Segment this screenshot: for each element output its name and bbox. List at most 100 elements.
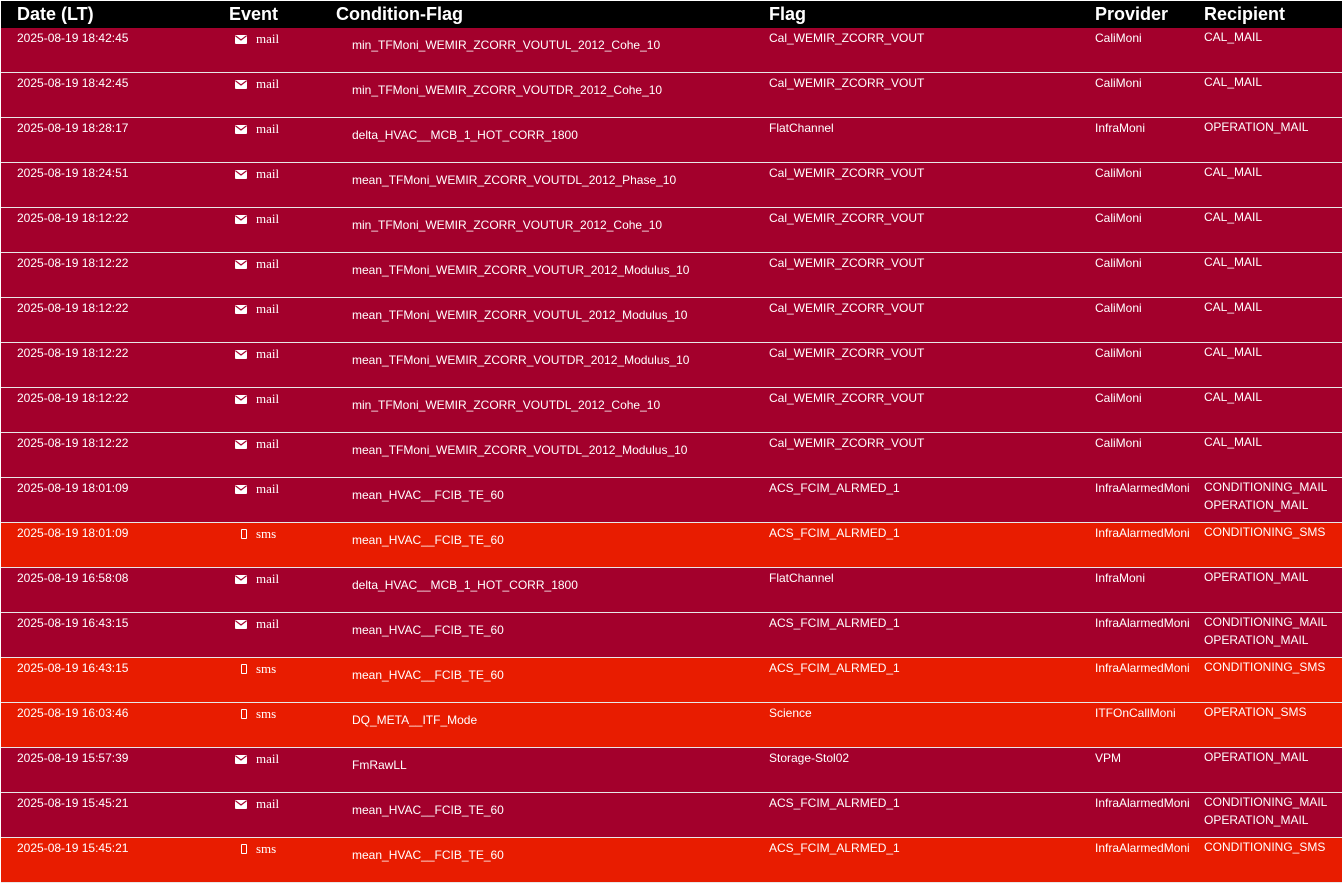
date-cell: 2025-08-19 18:12:22: [17, 256, 129, 270]
table-row[interactable]: 2025-08-19 18:28:17 mail delta_HVAC__MCB_1…: [1, 117, 1342, 163]
recipient-cell: CAL_MAIL: [1201, 298, 1342, 343]
event-cell: sms: [220, 703, 329, 748]
envelope-icon: [235, 34, 247, 44]
recipient-name: OPERATION_MAIL: [1204, 120, 1309, 134]
flag-cell: Cal_WEMIR_ZCORR_VOUT: [769, 256, 925, 270]
event-cell: mail: [220, 298, 329, 343]
condition-flag-cell: min_TFMoni_WEMIR_ZCORR_VOUTUR_2012_Cohe_…: [352, 218, 663, 232]
table-row[interactable]: 2025-08-19 15:45:21 mail mean_HVAC__FCIB_T…: [1, 792, 1342, 838]
condition-flag-cell: delta_HVAC__MCB_1_HOT_CORR_1800: [352, 578, 578, 592]
column-header-provider[interactable]: Provider: [1092, 1, 1201, 28]
table-row[interactable]: 2025-08-19 16:03:46 sms DQ_META__ITF_Mode S…: [1, 702, 1342, 748]
condition-flag-cell: mean_TFMoni_WEMIR_ZCORR_VOUTUL_2012_Modu…: [352, 308, 688, 322]
recipient-cell: CONDITIONING_MAIL OPERATION_MAIL: [1201, 793, 1342, 838]
flag-cell: ACS_FCIM_ALRMED_1: [769, 616, 900, 630]
provider-cell: CaliMoni: [1095, 211, 1142, 225]
flag-cell: Cal_WEMIR_ZCORR_VOUT: [769, 76, 925, 90]
recipient-name: OPERATION_MAIL: [1204, 750, 1309, 764]
provider-cell: InfraAlarmedMoni: [1095, 661, 1190, 675]
envelope-icon: [235, 124, 247, 134]
column-header-condition-flag[interactable]: Condition-Flag: [329, 1, 765, 28]
recipient-name: CAL_MAIL: [1204, 210, 1263, 224]
date-cell: 2025-08-19 16:03:46: [17, 706, 129, 720]
table-row[interactable]: 2025-08-19 16:58:08 mail delta_HVAC__MCB_1…: [1, 567, 1342, 613]
table-row[interactable]: 2025-08-19 18:01:09 mail mean_HVAC__FCIB_T…: [1, 477, 1342, 523]
provider-cell: InfraAlarmedMoni: [1095, 616, 1190, 630]
flag-cell: FlatChannel: [769, 571, 834, 585]
recipient-name: OPERATION_MAIL: [1204, 813, 1309, 827]
provider-cell: InfraMoni: [1095, 571, 1146, 585]
event-indicator: mail: [235, 481, 279, 497]
event-label: sms: [256, 526, 277, 541]
envelope-icon: [235, 259, 247, 269]
condition-flag-cell: min_TFMoni_WEMIR_ZCORR_VOUTDR_2012_Cohe_…: [352, 83, 663, 97]
table-row[interactable]: 2025-08-19 18:12:22 mail mean_TFMoni_WEMIR…: [1, 252, 1342, 298]
recipient-name: CONDITIONING_MAIL: [1204, 615, 1328, 629]
event-indicator: mail: [235, 616, 279, 632]
table-row[interactable]: 2025-08-19 18:01:09 sms mean_HVAC__FCIB_TE…: [1, 522, 1342, 568]
recipient-cell: CAL_MAIL: [1201, 163, 1342, 208]
event-indicator: sms: [235, 706, 276, 722]
recipient-cell: CAL_MAIL: [1201, 253, 1342, 298]
table-body: 2025-08-19 18:42:45 mail min_TFMoni_WEMIR_…: [1, 28, 1342, 883]
condition-flag-cell: min_TFMoni_WEMIR_ZCORR_VOUTUL_2012_Cohe_…: [352, 38, 661, 52]
event-cell: mail: [220, 253, 329, 298]
provider-cell: InfraAlarmedMoni: [1095, 841, 1190, 855]
recipient-name: CAL_MAIL: [1204, 435, 1263, 449]
envelope-icon: [235, 349, 247, 359]
event-indicator: mail: [235, 436, 279, 452]
date-cell: 2025-08-19 15:45:21: [17, 841, 129, 855]
envelope-icon: [235, 439, 247, 449]
recipient-cell: CAL_MAIL: [1201, 343, 1342, 388]
table-row[interactable]: 2025-08-19 18:42:45 mail min_TFMoni_WEMIR_…: [1, 28, 1342, 73]
header-row: Date (LT) Event Condition-Flag Flag Prov…: [1, 1, 1342, 28]
envelope-icon: [235, 79, 247, 89]
event-label: sms: [256, 841, 277, 856]
event-indicator: mail: [235, 211, 279, 227]
table-row[interactable]: 2025-08-19 18:12:22 mail mean_TFMoni_WEMIR…: [1, 342, 1342, 388]
table-row[interactable]: 2025-08-19 18:12:22 mail min_TFMoni_WEMIR_…: [1, 387, 1342, 433]
column-header-recipient[interactable]: Recipient: [1201, 1, 1342, 28]
table-row[interactable]: 2025-08-19 18:12:22 mail mean_TFMoni_WEMIR…: [1, 432, 1342, 478]
condition-flag-cell: mean_HVAC__FCIB_TE_60: [352, 803, 504, 817]
event-cell: sms: [220, 838, 329, 883]
table-row[interactable]: 2025-08-19 15:57:39 mail FmRawLL Storage-St…: [1, 747, 1342, 793]
recipient-name: CONDITIONING_SMS: [1204, 840, 1326, 854]
table-row[interactable]: 2025-08-19 18:42:45 mail min_TFMoni_WEMIR_…: [1, 72, 1342, 118]
date-cell: 2025-08-19 18:01:09: [17, 526, 129, 540]
column-header-date[interactable]: Date (LT): [1, 1, 220, 28]
table-row[interactable]: 2025-08-19 16:43:15 sms mean_HVAC__FCIB_TE…: [1, 657, 1342, 703]
date-cell: 2025-08-19 16:43:15: [17, 616, 129, 630]
condition-flag-cell: FmRawLL: [352, 758, 407, 772]
envelope-icon: [235, 304, 247, 314]
column-header-flag[interactable]: Flag: [765, 1, 1092, 28]
event-label: mail: [256, 166, 280, 181]
table-row[interactable]: 2025-08-19 18:24:51 mail mean_TFMoni_WEMIR…: [1, 162, 1342, 208]
recipient-name: CAL_MAIL: [1204, 300, 1263, 314]
event-cell: mail: [220, 73, 329, 118]
flag-cell: Storage-Stol02: [769, 751, 850, 765]
event-cell: mail: [220, 28, 329, 73]
condition-flag-cell: mean_TFMoni_WEMIR_ZCORR_VOUTDL_2012_Phas…: [352, 173, 677, 187]
recipient-name: CONDITIONING_SMS: [1204, 660, 1326, 674]
provider-cell: CaliMoni: [1095, 166, 1142, 180]
envelope-icon: [235, 214, 247, 224]
event-indicator: sms: [235, 661, 276, 677]
event-label: mail: [256, 121, 280, 136]
flag-cell: Cal_WEMIR_ZCORR_VOUT: [769, 166, 925, 180]
date-cell: 2025-08-19 18:12:22: [17, 436, 129, 450]
provider-cell: CaliMoni: [1095, 436, 1142, 450]
event-indicator: mail: [235, 31, 279, 47]
flag-cell: Science: [769, 706, 812, 720]
table-row[interactable]: 2025-08-19 16:43:15 mail mean_HVAC__FCIB_T…: [1, 612, 1342, 658]
event-label: mail: [256, 751, 280, 766]
event-indicator: mail: [235, 571, 279, 587]
table-row[interactable]: 2025-08-19 15:45:21 sms mean_HVAC__FCIB_TE…: [1, 837, 1342, 883]
mobile-phone-icon: [241, 529, 247, 539]
table-row[interactable]: 2025-08-19 18:12:22 mail mean_TFMoni_WEMIR…: [1, 297, 1342, 343]
event-indicator: mail: [235, 301, 279, 317]
date-cell: 2025-08-19 18:42:45: [17, 76, 129, 90]
table-row[interactable]: 2025-08-19 18:12:22 mail min_TFMoni_WEMIR_…: [1, 207, 1342, 253]
column-header-event[interactable]: Event: [220, 1, 329, 28]
recipient-name: OPERATION_MAIL: [1204, 633, 1309, 647]
